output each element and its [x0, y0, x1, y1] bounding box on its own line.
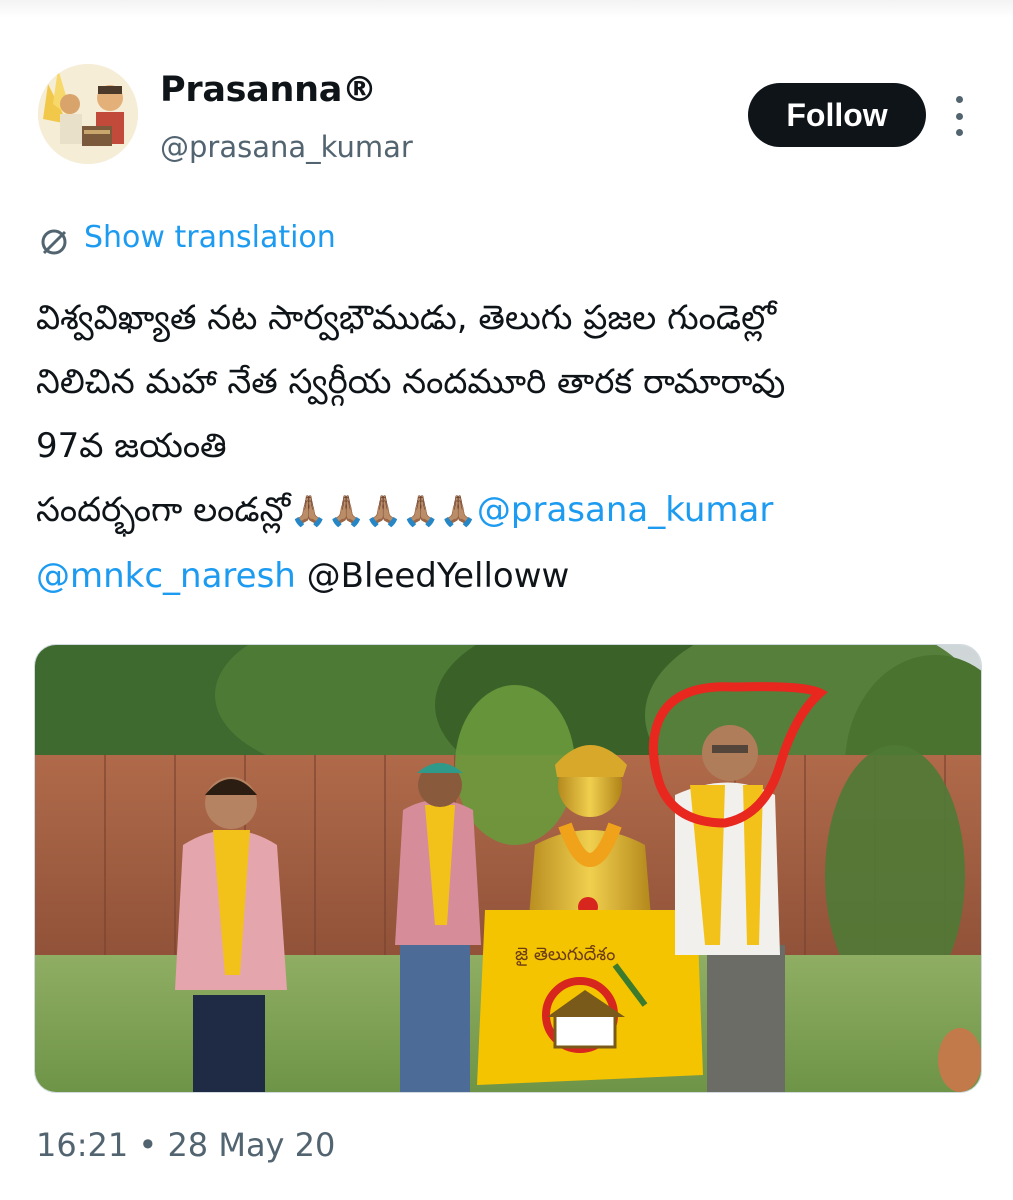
- more-dot: [955, 112, 963, 120]
- garden-photo: జై తెలుగుదేశం: [35, 645, 981, 1092]
- registered-mark: ®: [342, 70, 377, 110]
- user-handle[interactable]: @prasana_kumar: [160, 130, 413, 164]
- plain-tag-text: @BleedYelloww: [295, 556, 570, 596]
- cartoon-avatar-icon: [38, 64, 138, 164]
- tweet-text: విశ్వవిఖ్యాత నట సార్వభౌముడు, తెలుగు ప్రజ…: [36, 286, 986, 608]
- mention-link[interactable]: @mnkc_naresh: [36, 556, 296, 596]
- folded-hands-emojis: 🙏🏽🙏🏽🙏🏽🙏🏽🙏🏽: [290, 494, 477, 529]
- mention-link[interactable]: @prasana_kumar: [477, 490, 773, 530]
- globe-slash-icon: [41, 229, 67, 255]
- tweet-line: @mnkc_naresh @BleedYelloww: [36, 544, 986, 608]
- tweet-line: సందర్భంగా లండన్లో🙏🏽🙏🏽🙏🏽🙏🏽🙏🏽@prasana_kuma…: [36, 478, 986, 544]
- display-name[interactable]: Prasanna®: [160, 70, 377, 110]
- tweet-line: నిలిచిన మహా నేత స్వర్గీయ నందమూరి తారక రా…: [36, 362, 786, 402]
- tweet-card: Prasanna® @prasana_kumar Follow Show tra…: [0, 0, 1013, 1200]
- more-dot: [955, 129, 963, 136]
- more-vertical-icon[interactable]: [944, 96, 974, 136]
- tweet-photo[interactable]: జై తెలుగుదేశం: [34, 644, 982, 1093]
- tweet-timestamp[interactable]: 16:21 • 28 May 20: [36, 1126, 335, 1164]
- flag-banner-text: జై తెలుగుదేశం: [515, 944, 615, 966]
- tweet-line: విశ్వవిఖ్యాత నట సార్వభౌముడు, తెలుగు ప్రజ…: [36, 298, 777, 338]
- avatar[interactable]: [38, 64, 138, 164]
- tweet-line-text: సందర్భంగా లండన్లో: [36, 490, 291, 530]
- more-dot: [955, 96, 963, 103]
- follow-button[interactable]: Follow: [748, 83, 926, 147]
- tweet-line: 97వ జయంతి: [36, 426, 227, 466]
- display-name-text: Prasanna: [160, 70, 343, 110]
- top-edge: [0, 0, 1013, 18]
- show-translation-link[interactable]: Show translation: [84, 220, 336, 255]
